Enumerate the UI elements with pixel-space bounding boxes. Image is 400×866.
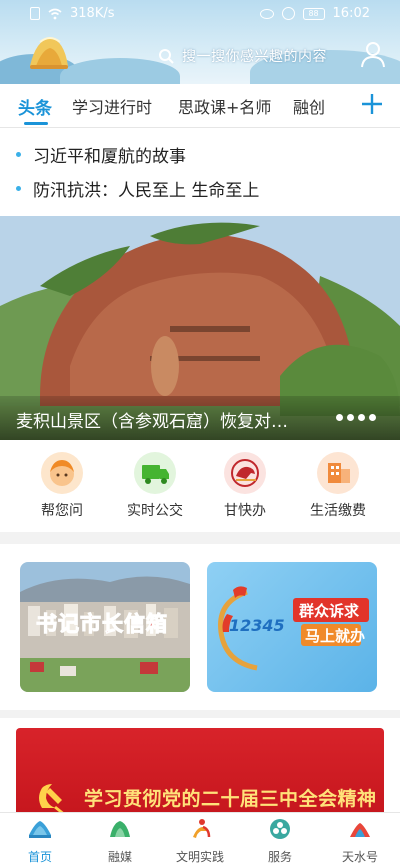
carousel-dot[interactable] xyxy=(358,414,365,421)
search-placeholder: 搜一搜你感兴趣的内容 xyxy=(182,49,327,65)
bullet-icon xyxy=(16,152,21,157)
headline-item[interactable]: 防汛抗洪：人民至上 生命至上 xyxy=(16,176,259,201)
nav-tianshui[interactable]: 天水号 xyxy=(320,817,400,865)
home-icon xyxy=(29,821,51,838)
header: 318K/s 88 16:02 搜一搜你感兴趣的内容 xyxy=(0,0,400,84)
status-bar: 318K/s 88 16:02 xyxy=(0,0,400,28)
hotline-line2: 马上就办 xyxy=(305,627,366,645)
service-bus[interactable]: 实时公交 xyxy=(115,452,195,520)
promo-title: 学习贯彻党的二十届三中全会精神 xyxy=(84,788,377,810)
feature-cards: 书记市长信箱 12345 群众诉求 马上就办 xyxy=(0,544,400,710)
service-label: 实时公交 xyxy=(127,503,183,519)
service-ask[interactable]: 帮您问 xyxy=(22,452,102,520)
carousel-dot[interactable] xyxy=(336,414,343,421)
tab-headlines[interactable]: 头条 xyxy=(18,94,52,119)
practice-icon xyxy=(193,819,211,838)
service-bills[interactable]: 生活缴费 xyxy=(298,452,378,520)
service-gankuaiban[interactable]: 甘快办 xyxy=(205,452,285,520)
service-label: 甘快办 xyxy=(224,503,266,519)
media-icon xyxy=(110,821,130,837)
service-label: 生活缴费 xyxy=(310,503,366,519)
quick-services: 帮您问 实时公交 甘快办 生活缴费 xyxy=(0,440,400,532)
nav-label: 服务 xyxy=(267,850,292,864)
hotline-number: 12345 xyxy=(229,616,285,635)
nav-label: 首页 xyxy=(27,850,52,864)
service-icon xyxy=(270,819,290,839)
hotline-12345-card[interactable]: 12345 群众诉求 马上就办 xyxy=(207,562,377,692)
mayor-mailbox-title: 书记市长信箱 xyxy=(36,612,168,637)
carousel-dot[interactable] xyxy=(347,414,354,421)
tab-rongchuang[interactable]: 融创 xyxy=(293,94,325,118)
headline-text: 防汛抗洪：人民至上 生命至上 xyxy=(33,181,260,201)
user-profile-icon[interactable] xyxy=(360,40,386,68)
eye-comfort-icon xyxy=(259,8,274,19)
data-saver-icon xyxy=(281,7,295,20)
clock: 16:02 xyxy=(332,6,370,21)
service-label: 帮您问 xyxy=(41,503,83,519)
channel-tabs: 头条 学习进行时 思政课+名师 融创 xyxy=(0,84,400,128)
search-icon xyxy=(159,49,174,64)
active-tab-indicator xyxy=(24,122,48,125)
add-channel-icon[interactable] xyxy=(360,92,384,116)
horse-icon xyxy=(224,452,266,494)
search-bar[interactable]: 搜一搜你感兴趣的内容 xyxy=(158,42,358,70)
mayor-mailbox-card[interactable]: 书记市长信箱 xyxy=(20,562,190,692)
sim-icon xyxy=(30,7,40,20)
truck-icon xyxy=(134,452,176,494)
headline-list: 习近平和厦航的故事 防汛抗洪：人民至上 生命至上 xyxy=(0,128,400,216)
promo-banner[interactable]: 学习贯彻党的二十届三中全会精神 xyxy=(16,728,384,824)
bottom-navigation: 首页 融媒 文明实践 服务 天水号 xyxy=(0,812,400,866)
banner-title[interactable]: 麦积山景区（含参观石窟）恢复对… xyxy=(16,407,288,432)
building-icon xyxy=(317,452,359,494)
battery-icon: 88 xyxy=(302,7,325,20)
bullet-icon xyxy=(16,186,21,191)
wifi-icon xyxy=(48,8,62,19)
promo-section: 学习贯彻党的二十届三中全会精神 xyxy=(0,718,400,824)
tianshui-icon xyxy=(350,823,370,837)
headline-item[interactable]: 习近平和厦航的故事 xyxy=(16,142,186,167)
nav-practice[interactable]: 文明实践 xyxy=(160,817,240,865)
nav-service[interactable]: 服务 xyxy=(240,817,320,865)
face-icon xyxy=(41,452,83,494)
network-speed: 318K/s xyxy=(70,6,115,21)
nav-media[interactable]: 融媒 xyxy=(80,817,160,865)
carousel-indicator xyxy=(336,414,376,421)
tab-civics[interactable]: 思政课+名师 xyxy=(178,94,271,118)
app-logo-icon[interactable] xyxy=(26,32,72,72)
headline-text: 习近平和厦航的故事 xyxy=(33,147,186,167)
nav-label: 天水号 xyxy=(341,850,378,864)
hotline-line1: 群众诉求 xyxy=(299,602,360,620)
app-screen: 318K/s 88 16:02 搜一搜你感兴趣的内容 头条 学习进行时 思政课+… xyxy=(0,0,400,866)
tab-study[interactable]: 学习进行时 xyxy=(72,94,152,118)
carousel-dot[interactable] xyxy=(369,414,376,421)
nav-home[interactable]: 首页 xyxy=(0,817,80,865)
nav-label: 融媒 xyxy=(107,850,132,864)
nav-label: 文明实践 xyxy=(175,850,224,864)
